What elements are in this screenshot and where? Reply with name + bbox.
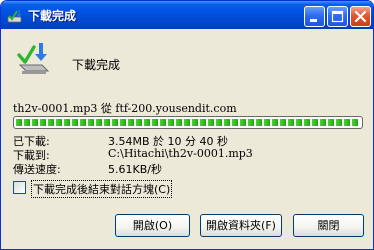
minimize-icon [310, 19, 317, 22]
dialog-body: 下載完成 th2v-0001.mp3 從 ftf-200.yousendit.c… [4, 29, 370, 248]
download-to-value: C:\Hitachi\th2v-0001.mp3 [108, 147, 253, 160]
close-dialog-checkbox[interactable] [13, 181, 26, 194]
source-line: th2v-0001.mp3 從 ftf-200.yousendit.com [13, 102, 237, 115]
maximize-button[interactable] [327, 6, 348, 27]
download-progress-bar [13, 116, 363, 129]
transfer-rate-label: 傳送速度: [13, 163, 61, 176]
window-title: 下載完成 [28, 9, 77, 23]
transfer-rate-value: 5.61KB/秒 [108, 163, 162, 176]
progress-fill [16, 119, 360, 126]
download-complete-icon [7, 10, 22, 23]
close-window-button[interactable] [350, 6, 371, 27]
open-button[interactable]: 開啟(O) [115, 214, 190, 237]
download-checkmark-icon [17, 43, 50, 74]
close-dialog-label[interactable]: 下載完成後結束對話方塊(C) [31, 180, 173, 198]
maximize-icon [331, 10, 344, 23]
title-bar[interactable]: 下載完成 [1, 1, 373, 29]
close-icon [354, 10, 367, 23]
minimize-button[interactable] [304, 6, 325, 27]
download-complete-window: 下載完成 下載完成 th2v-0001.mp3 從 ftf-200.yousen… [0, 0, 374, 250]
close-button[interactable]: 關閉 [293, 214, 364, 237]
dialog-heading: 下載完成 [72, 58, 121, 72]
open-folder-button[interactable]: 開啟資料夾(F) [200, 214, 282, 237]
